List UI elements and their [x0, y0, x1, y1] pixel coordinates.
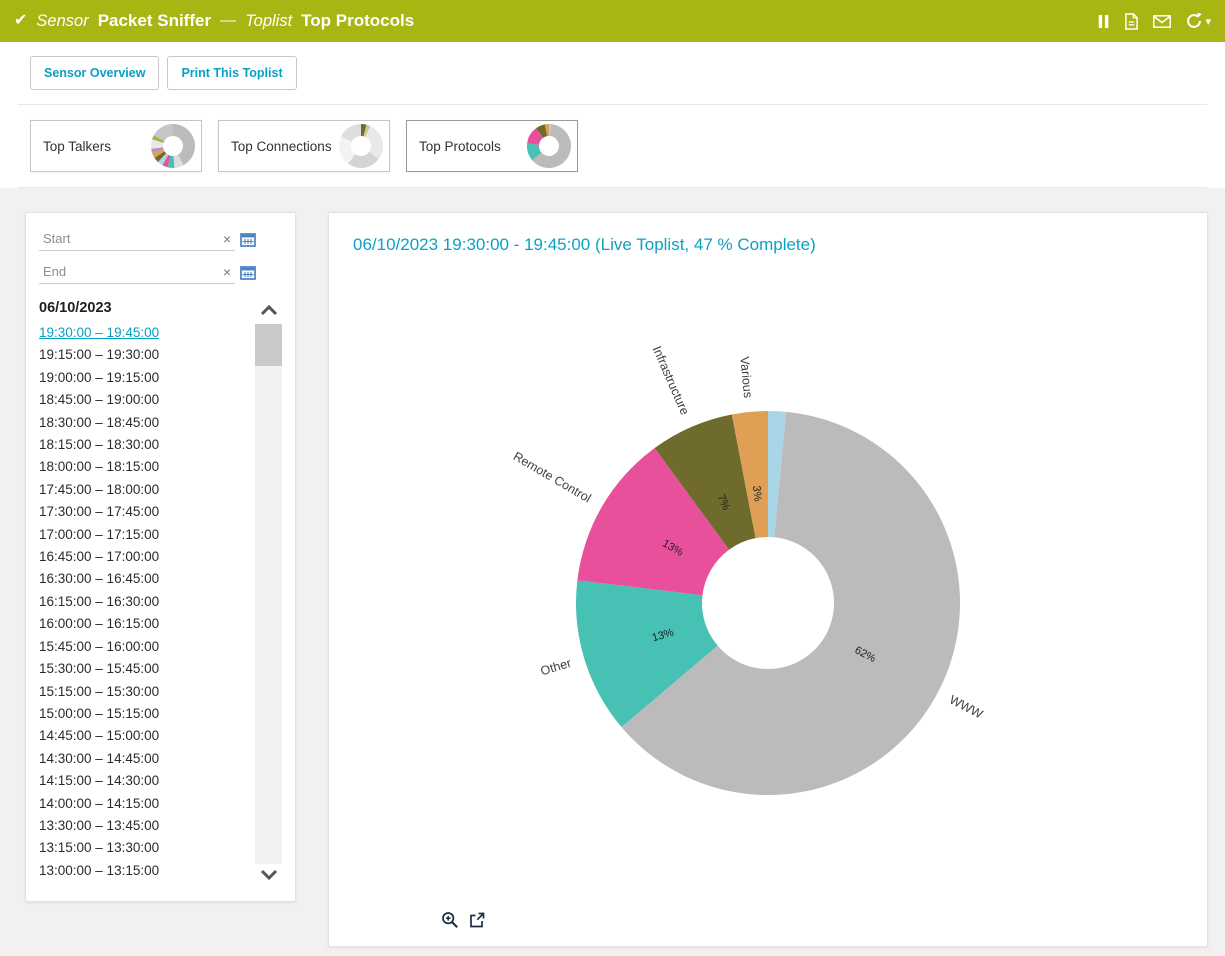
toplist-title: 06/10/2023 19:30:00 - 19:45:00 (Live Top… — [353, 235, 1183, 255]
start-date-row: × — [39, 227, 233, 251]
time-range-item-selected[interactable]: 19:30:00 – 19:45:00 — [39, 322, 255, 344]
time-range-item[interactable]: 15:45:00 – 16:00:00 — [39, 636, 255, 658]
time-range-item[interactable]: 18:45:00 – 19:00:00 — [39, 389, 255, 411]
time-range-item[interactable]: 16:00:00 – 16:15:00 — [39, 613, 255, 635]
time-range-item[interactable]: 15:15:00 – 15:30:00 — [39, 681, 255, 703]
top-protocols-mini-chart — [526, 123, 572, 169]
time-range-item[interactable]: 16:30:00 – 16:45:00 — [39, 568, 255, 590]
zoom-chart-icon[interactable] — [441, 911, 459, 929]
start-date-input[interactable] — [41, 230, 221, 247]
pie-category-label: WWW — [947, 693, 985, 722]
pie-category-label: Remote Control — [511, 449, 594, 505]
toplist-chart-panel: 06/10/2023 19:30:00 - 19:45:00 (Live Top… — [328, 212, 1208, 947]
refresh-icon[interactable]: ▾ — [1185, 12, 1211, 30]
pie-percent-label: 3% — [750, 485, 763, 502]
toplist-card-top-protocols[interactable]: Top Protocols — [406, 120, 578, 172]
scroll-track[interactable] — [255, 324, 282, 864]
time-range-item[interactable]: 17:45:00 – 18:00:00 — [39, 479, 255, 501]
time-range-item[interactable]: 13:30:00 – 13:45:00 — [39, 815, 255, 837]
time-range-item[interactable]: 18:30:00 – 18:45:00 — [39, 412, 255, 434]
time-range-item[interactable]: 15:30:00 – 15:45:00 — [39, 658, 255, 680]
card-label: Top Protocols — [419, 139, 526, 154]
time-range-item[interactable]: 16:15:00 – 16:30:00 — [39, 591, 255, 613]
time-range-item[interactable]: 14:00:00 – 14:15:00 — [39, 793, 255, 815]
time-range-item[interactable]: 17:30:00 – 17:45:00 — [39, 501, 255, 523]
time-range-item[interactable]: 16:45:00 – 17:00:00 — [39, 546, 255, 568]
email-icon[interactable] — [1153, 15, 1171, 28]
time-range-item[interactable]: 18:15:00 – 18:30:00 — [39, 434, 255, 456]
pie-category-label: Infrastructure — [650, 344, 692, 417]
breadcrumb-sensor-name[interactable]: Packet Sniffer — [98, 11, 211, 31]
time-range-item[interactable]: 14:45:00 – 15:00:00 — [39, 725, 255, 747]
clear-end-icon[interactable]: × — [221, 265, 233, 279]
chevron-up-icon — [260, 303, 278, 321]
open-external-icon[interactable] — [468, 911, 486, 929]
pie-category-label: Other — [539, 656, 573, 678]
time-range-item[interactable]: 19:00:00 – 19:15:00 — [39, 367, 255, 389]
sensor-overview-button[interactable]: Sensor Overview — [30, 56, 159, 90]
time-list-scrollbar[interactable] — [255, 300, 282, 888]
breadcrumb-toplist-name: Top Protocols — [301, 11, 414, 31]
end-date-row: × — [39, 260, 233, 284]
scroll-thumb[interactable] — [255, 324, 282, 366]
top-talkers-mini-chart — [150, 123, 196, 169]
toolbar-zone: Sensor Overview Print This Toplist Top T… — [0, 42, 1225, 188]
toplist-card-top-connections[interactable]: Top Connections — [218, 120, 390, 172]
calendar-start-icon[interactable] — [240, 232, 256, 247]
header-bar: ✔ Sensor Packet Sniffer — Toplist Top Pr… — [0, 0, 1225, 42]
card-label: Top Connections — [231, 139, 338, 154]
top-connections-mini-chart — [338, 123, 384, 169]
date-header: 06/10/2023 — [39, 300, 255, 316]
breadcrumb-toplist-label: Toplist — [245, 12, 292, 31]
scroll-up-button[interactable] — [255, 300, 282, 324]
breadcrumb-separator: — — [220, 12, 236, 30]
toplist-cards-row: Top Talkers Top Connections Top Protocol… — [0, 105, 1225, 187]
time-range-item[interactable]: 19:15:00 – 19:30:00 — [39, 344, 255, 366]
breadcrumb: ✔ Sensor Packet Sniffer — Toplist Top Pr… — [14, 11, 414, 31]
time-range-item[interactable]: 14:30:00 – 14:45:00 — [39, 748, 255, 770]
toplist-card-top-talkers[interactable]: Top Talkers — [30, 120, 202, 172]
time-range-item[interactable]: 17:00:00 – 17:15:00 — [39, 524, 255, 546]
time-range-sidebar: × × 06/10/2023 19:30:00 – 19:45:0019:15:… — [25, 212, 296, 902]
time-range-item[interactable]: 13:15:00 – 13:30:00 — [39, 837, 255, 859]
time-range-list: 19:30:00 – 19:45:0019:15:00 – 19:30:0019… — [39, 322, 255, 882]
time-range-item[interactable]: 18:00:00 – 18:15:00 — [39, 456, 255, 478]
time-range-item[interactable]: 13:00:00 – 13:15:00 — [39, 860, 255, 882]
refresh-dropdown-caret-icon[interactable]: ▾ — [1205, 15, 1211, 28]
time-range-item[interactable]: 14:15:00 – 14:30:00 — [39, 770, 255, 792]
calendar-end-icon[interactable] — [240, 265, 256, 280]
chevron-down-icon — [260, 867, 278, 885]
card-label: Top Talkers — [43, 139, 150, 154]
print-toplist-button[interactable]: Print This Toplist — [167, 56, 296, 90]
top-protocols-donut-chart: 62%WWW13%Other13%Remote Control7%Infrast… — [329, 283, 1207, 943]
clear-start-icon[interactable]: × — [221, 232, 233, 246]
breadcrumb-sensor-label: Sensor — [36, 12, 88, 31]
pie-category-label: Various — [737, 356, 755, 399]
end-date-input[interactable] — [41, 263, 221, 280]
sensor-ok-check-icon: ✔ — [14, 13, 27, 29]
time-range-item[interactable]: 15:00:00 – 15:15:00 — [39, 703, 255, 725]
report-icon[interactable] — [1124, 13, 1139, 30]
scroll-down-button[interactable] — [255, 864, 282, 888]
pause-icon[interactable] — [1097, 14, 1110, 29]
